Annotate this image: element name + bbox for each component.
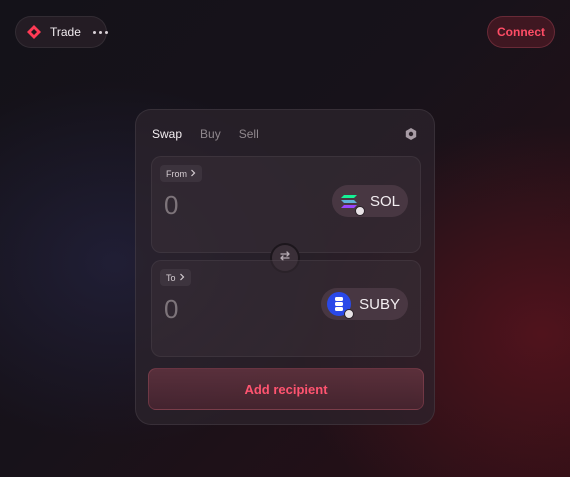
chevron-right-icon	[190, 169, 196, 179]
token-chain-badge	[344, 309, 355, 319]
tab-swap[interactable]: Swap	[152, 127, 182, 141]
trade-label: Trade	[50, 25, 81, 39]
chevron-right-icon	[179, 273, 185, 283]
tab-sell[interactable]: Sell	[239, 127, 259, 141]
trade-logo-icon	[26, 24, 42, 40]
from-token-name: SOL	[369, 192, 400, 210]
token-chain-badge	[354, 206, 365, 216]
swap-tabs: Swap Buy Sell	[152, 127, 259, 141]
swap-card: Swap Buy Sell From SOL	[135, 109, 435, 425]
to-amount-input[interactable]	[164, 294, 314, 325]
from-token-selector[interactable]: SOL	[331, 185, 408, 217]
add-recipient-button[interactable]: Add recipient	[148, 368, 424, 410]
from-amount-input[interactable]	[164, 190, 314, 221]
to-token-name: SUBY	[359, 295, 400, 313]
to-token-selector[interactable]: SUBY	[321, 288, 408, 320]
trade-menu[interactable]: Trade	[15, 16, 108, 48]
from-label: From	[166, 168, 187, 179]
to-label-chip[interactable]: To	[160, 269, 191, 286]
sol-token-icon	[338, 189, 365, 216]
more-icon[interactable]	[92, 30, 108, 34]
from-panel: From SOL	[151, 156, 421, 253]
connect-button[interactable]: Connect	[487, 16, 555, 48]
tab-buy[interactable]: Buy	[200, 127, 221, 141]
settings-icon[interactable]	[404, 127, 418, 141]
from-label-chip[interactable]: From	[160, 165, 202, 182]
to-panel: To SUBY	[151, 260, 421, 357]
to-label: To	[166, 272, 176, 283]
suby-token-icon	[327, 292, 355, 319]
